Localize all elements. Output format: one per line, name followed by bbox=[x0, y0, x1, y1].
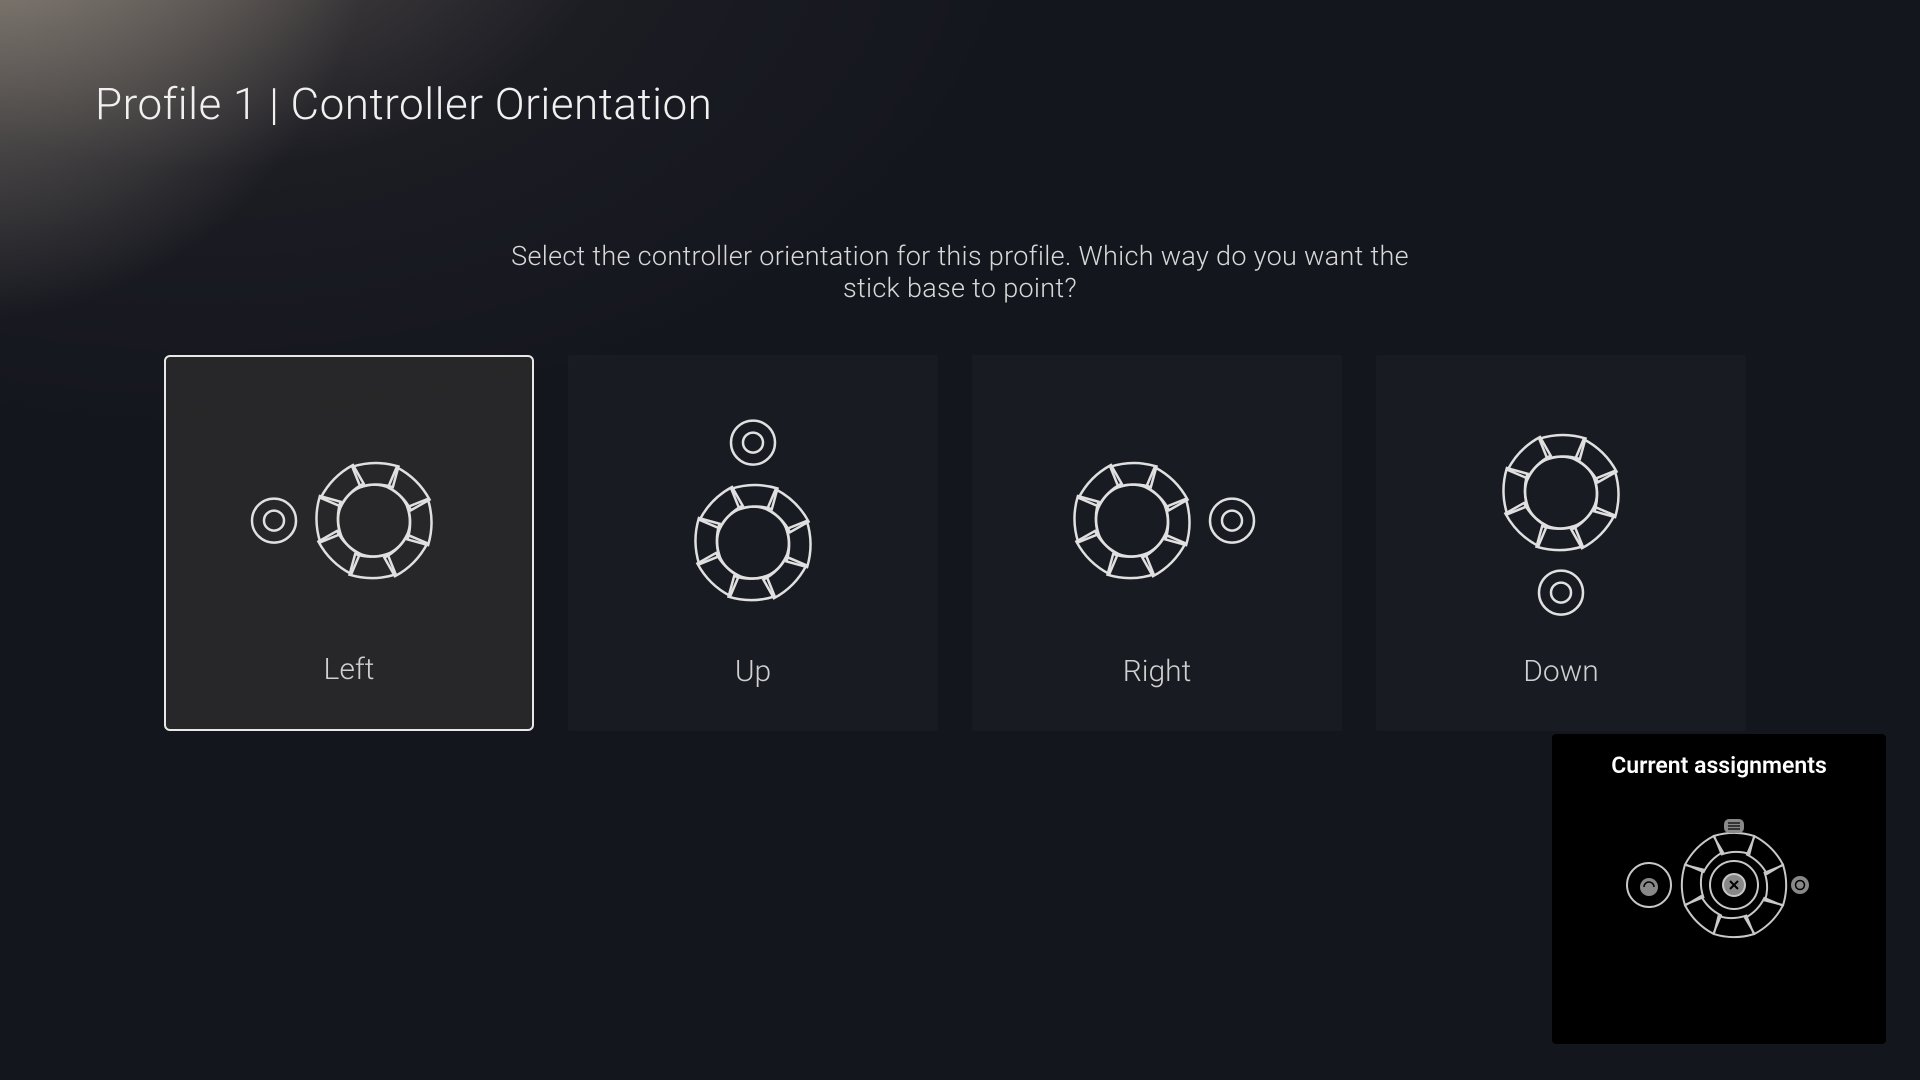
option-label: Right bbox=[1123, 654, 1192, 689]
orientation-option-up[interactable]: Up bbox=[568, 355, 938, 731]
option-label: Down bbox=[1523, 654, 1599, 689]
current-assignments-panel: Current assignments bbox=[1552, 734, 1886, 1044]
controller-right-icon bbox=[1042, 421, 1272, 625]
page-title: Profile 1 | Controller Orientation bbox=[95, 78, 712, 130]
option-label: Left bbox=[324, 652, 375, 687]
controller-left-icon bbox=[234, 421, 464, 625]
orientation-options: Left bbox=[164, 355, 1746, 731]
option-label: Up bbox=[735, 654, 771, 689]
orientation-option-down[interactable]: Down bbox=[1376, 355, 1746, 731]
instruction-text: Select the controller orientation for th… bbox=[480, 240, 1440, 304]
orientation-option-right[interactable]: Right bbox=[972, 355, 1342, 731]
assignments-title: Current assignments bbox=[1572, 752, 1866, 779]
orientation-option-left[interactable]: Left bbox=[164, 355, 534, 731]
controller-down-icon bbox=[1461, 403, 1661, 637]
light-effect bbox=[0, 0, 450, 400]
controller-up-icon bbox=[653, 403, 853, 637]
assignments-controller-icon bbox=[1572, 795, 1866, 975]
